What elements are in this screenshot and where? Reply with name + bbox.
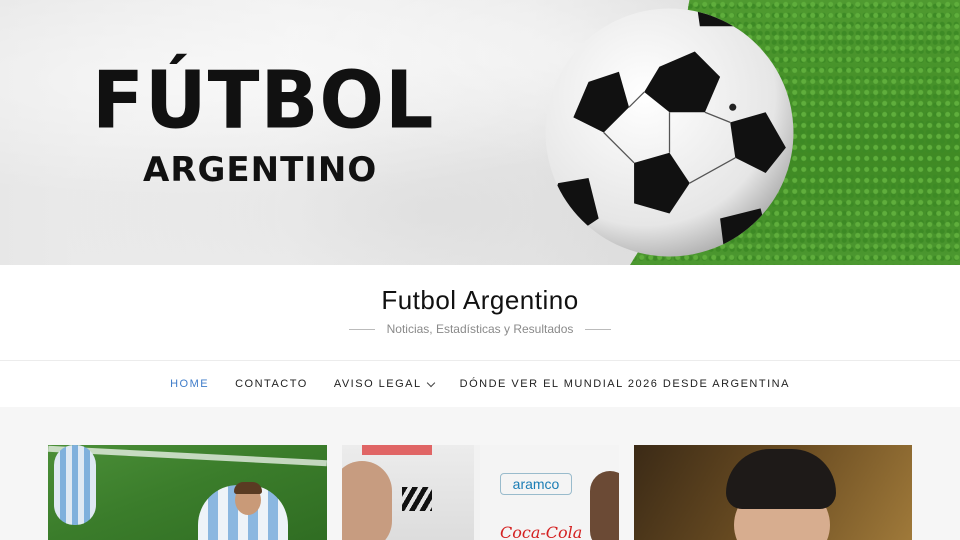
banner-title: FÚTBOL — [92, 52, 435, 147]
nav-item-donde-ver-mundial[interactable]: DÓNDE VER EL MUNDIAL 2026 DESDE ARGENTIN… — [460, 378, 790, 390]
main-navigation: HOME CONTACTO AVISO LEGAL DÓNDE VER EL M… — [0, 361, 960, 407]
tagline-row: Noticias, Estadísticas y Resultados — [0, 322, 960, 336]
coca-cola-logo: Coca-Cola — [500, 523, 583, 540]
person-face — [590, 471, 619, 540]
post-card-image[interactable] — [48, 445, 327, 540]
site-tagline: Noticias, Estadísticas y Resultados — [386, 322, 574, 336]
chevron-down-icon — [426, 378, 435, 387]
banner-subtitle: ARGENTINO — [143, 150, 378, 190]
soccer-ball-icon — [545, 8, 794, 257]
sponsor-banner — [362, 445, 432, 455]
nav-item-label: CONTACTO — [235, 378, 308, 390]
nav-item-home[interactable]: HOME — [170, 378, 209, 390]
divider — [585, 328, 612, 330]
nav-item-label: AVISO LEGAL — [333, 378, 422, 390]
nav-item-contacto[interactable]: CONTACTO — [235, 378, 308, 390]
site-title[interactable]: Futbol Argentino — [0, 265, 960, 316]
site-header: Futbol Argentino Noticias, Estadísticas … — [0, 265, 960, 361]
posts-area: aramco Coca-Cola — [0, 407, 960, 540]
player-hair — [234, 482, 262, 494]
person-face — [342, 461, 392, 540]
header-banner[interactable]: FÚTBOL ARGENTINO — [0, 0, 960, 265]
nav-item-label: DÓNDE VER EL MUNDIAL 2026 DESDE ARGENTIN… — [459, 378, 790, 390]
person-hair — [726, 449, 836, 509]
divider — [348, 328, 375, 330]
player-figure — [54, 445, 96, 525]
post-card-image[interactable] — [634, 445, 912, 540]
nav-item-aviso-legal[interactable]: AVISO LEGAL — [333, 378, 435, 390]
post-card-image[interactable]: aramco Coca-Cola — [342, 445, 619, 540]
adidas-logo-icon — [402, 487, 432, 511]
nav-item-label: HOME — [170, 378, 210, 390]
aramco-logo: aramco — [500, 473, 572, 495]
